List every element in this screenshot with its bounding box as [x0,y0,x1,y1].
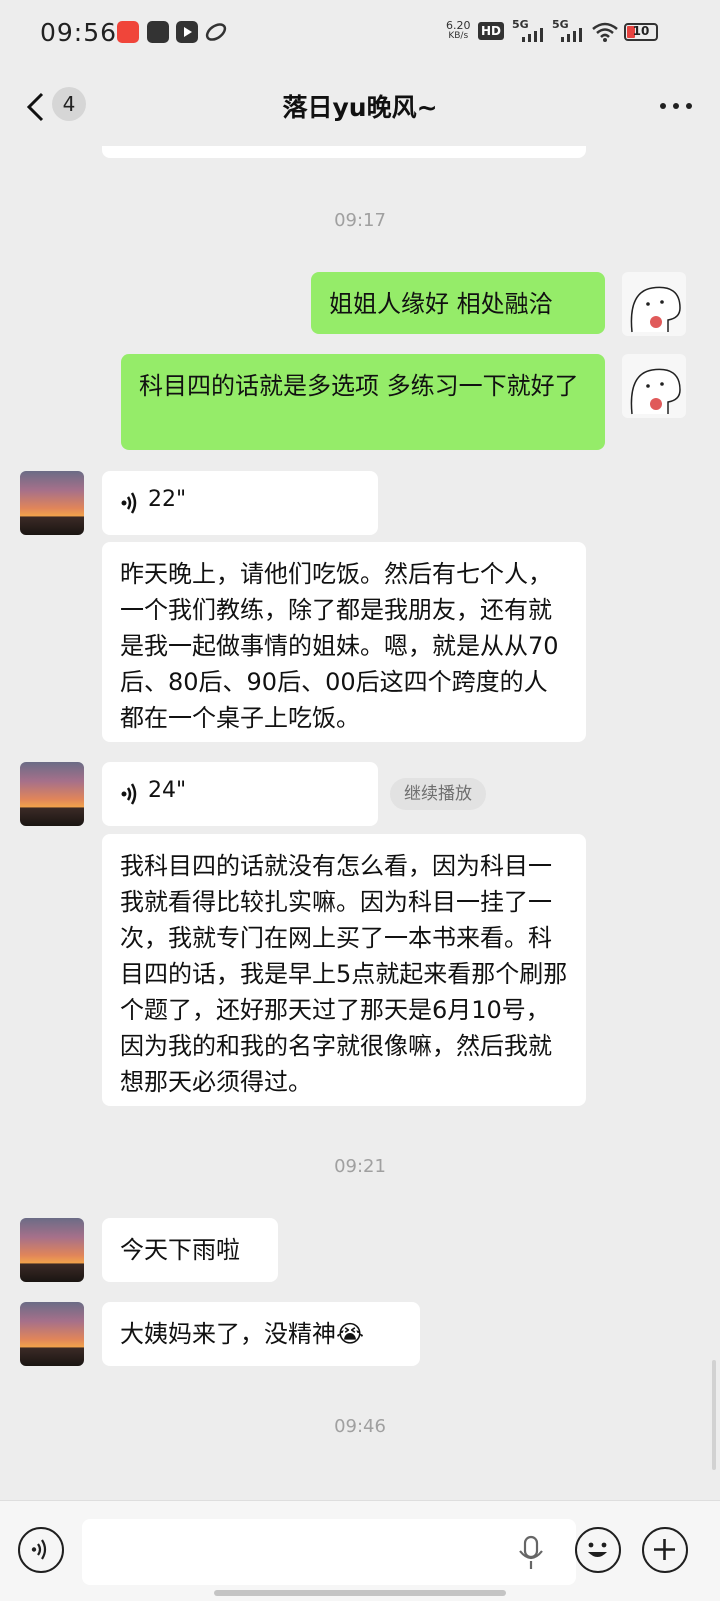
voice-duration: 24" [148,778,187,803]
message-text: 大姨妈来了，没精神 [120,1320,336,1348]
signal-icon-1 [522,28,543,42]
video-icon [176,21,198,43]
status-time: 09:56 [40,18,118,47]
battery-level: 10 [632,24,650,38]
continue-play-button[interactable]: 继续播放 [390,778,486,810]
status-bar: 09:56 6.20 KB/s HD 5G 5G 10 [0,0,720,66]
voice-message[interactable]: 24" [102,762,378,826]
message-bubble[interactable]: 今天下雨啦 [102,1218,278,1282]
timestamp: 09:21 [334,1156,386,1177]
chat-title: 落日yu晚风~ [282,93,438,122]
contact-avatar[interactable] [20,762,84,826]
voice-mode-icon[interactable] [18,1527,64,1573]
my-avatar[interactable] [622,354,686,418]
contact-avatar[interactable] [20,1218,84,1282]
message-bubble[interactable]: 大姨妈来了，没精神😭 [102,1302,420,1366]
contact-avatar[interactable] [20,471,84,535]
my-avatar[interactable] [622,272,686,336]
input-bar [0,1500,720,1601]
message-list[interactable]: 09:17 姐姐人缘好 相处融洽 科目四的话就是多选项 多练习一下就好了 22"… [0,146,720,1500]
chat-header: 4 落日yu晚风~ [0,66,720,146]
message-input[interactable] [82,1519,576,1585]
voice-wave-icon [121,492,137,514]
scrollbar[interactable] [712,1360,716,1470]
hd-badge: HD [478,22,505,40]
voice-duration: 22" [148,487,187,512]
contact-avatar[interactable] [20,1302,84,1366]
wifi-icon [592,22,618,42]
microphone-icon[interactable] [516,1535,546,1571]
voice-message[interactable]: 22" [102,471,378,535]
plus-icon[interactable] [642,1527,688,1573]
signal-icon-2 [561,28,582,42]
leaf-icon [205,21,227,43]
app-red-icon [117,21,139,43]
net-speed: 6.20 KB/s [446,19,471,41]
timestamp: 09:46 [334,1416,386,1437]
message-icon [147,21,169,43]
emoji-icon[interactable] [575,1527,621,1573]
more-icon[interactable] [656,96,696,116]
voice-transcript[interactable]: 昨天晚上，请他们吃饭。然后有七个人，一个我们教练，除了都是我朋友，还有就是我一起… [102,542,586,742]
my-message-bubble[interactable]: 姐姐人缘好 相处融洽 [311,272,605,334]
crying-emoji: 😭 [336,1320,365,1348]
home-indicator[interactable] [214,1590,506,1596]
message-bubble-partial[interactable] [102,146,586,158]
my-message-bubble[interactable]: 科目四的话就是多选项 多练习一下就好了 [121,354,605,450]
voice-wave-icon [121,783,137,805]
timestamp: 09:17 [334,210,386,231]
voice-transcript[interactable]: 我科目四的话就没有怎么看，因为科目一我就看得比较扎实嘛。因为科目一挂了一次，我就… [102,834,586,1106]
sticker-avatar-icon [630,368,681,415]
sticker-avatar-icon [630,286,681,333]
battery-icon: 10 [624,23,658,41]
